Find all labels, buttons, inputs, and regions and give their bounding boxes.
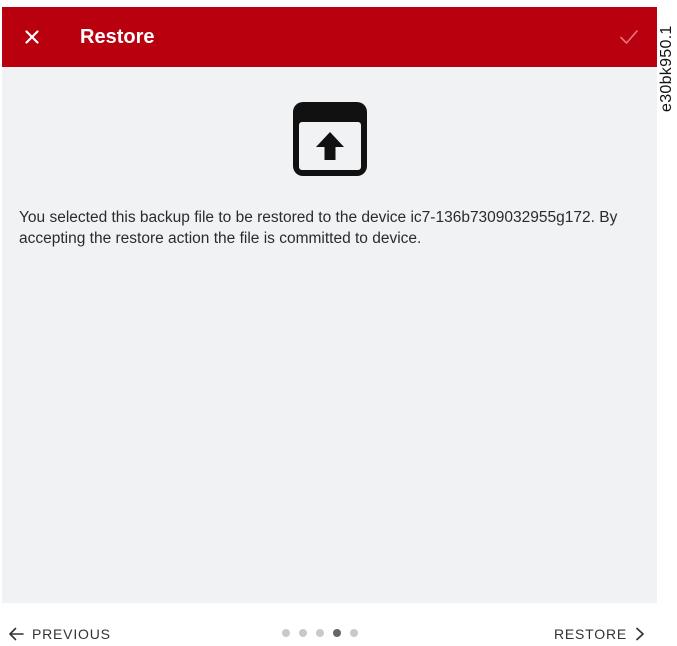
step-dot — [316, 629, 324, 637]
restore-button[interactable]: RESTORE — [554, 622, 645, 646]
step-dot — [282, 629, 290, 637]
step-dot — [350, 629, 358, 637]
dialog-header: Restore — [2, 7, 657, 67]
checkmark-icon — [620, 30, 638, 44]
previous-label: PREVIOUS — [32, 626, 111, 642]
step-dot-active — [333, 629, 341, 637]
restore-message: You selected this backup file to be rest… — [19, 209, 618, 247]
figure-code: e30bk950.1 — [657, 0, 677, 120]
confirm-button[interactable] — [615, 23, 643, 51]
previous-button[interactable]: PREVIOUS — [8, 622, 111, 646]
close-button[interactable] — [18, 23, 46, 51]
close-icon — [25, 30, 39, 44]
arrow-left-icon — [9, 627, 24, 641]
restore-label: RESTORE — [553, 626, 627, 642]
figure-code-label: e30bk950.1 — [658, 25, 675, 112]
restore-dialog: Restore You selected this backup file to… — [2, 7, 657, 603]
step-dot — [299, 629, 307, 637]
chevron-right-icon — [636, 627, 644, 641]
step-indicator — [282, 629, 358, 637]
archive-upload-icon — [293, 102, 367, 176]
dialog-title: Restore — [80, 26, 155, 48]
wizard-footer: PREVIOUS RESTORE — [0, 603, 677, 644]
